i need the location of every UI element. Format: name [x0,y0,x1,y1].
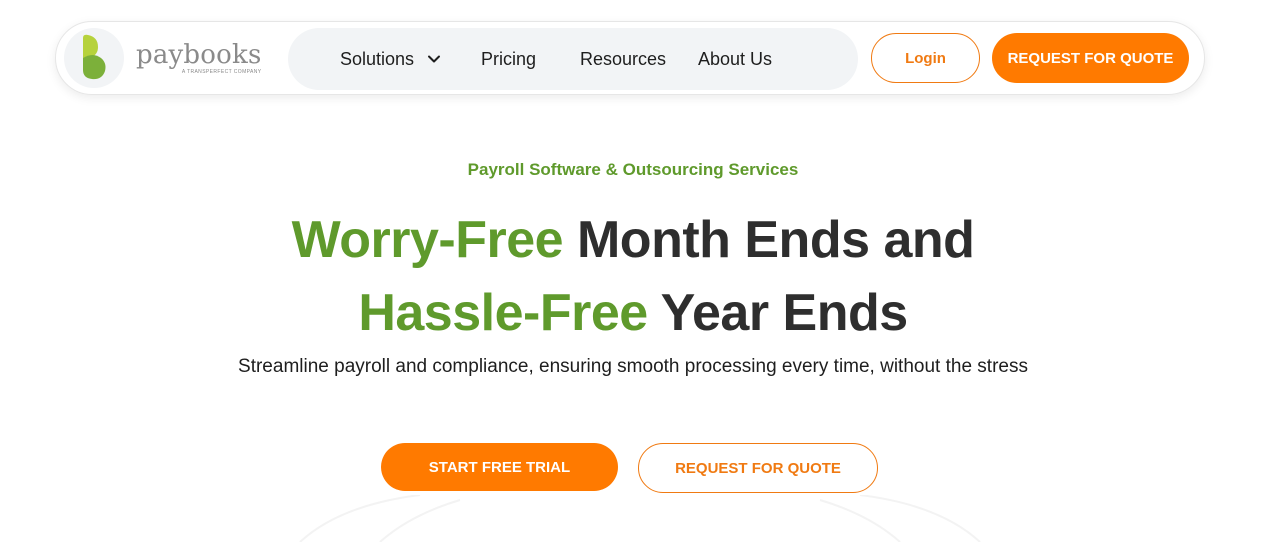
nav-item-label: Solutions [340,48,415,69]
hero-title-text: Year Ends [647,284,908,342]
hero-title-line-2: Hassle-Free Year Ends [0,283,1266,343]
nav-item-label: Resources [580,48,667,69]
brand-name: paybooks [136,39,262,70]
brand-tagline: A TRANSPERFECT COMPANY [181,68,262,75]
nav-item-solutions[interactable]: Solutions [340,28,442,90]
nav-item-label: About Us [698,48,773,69]
chevron-down-icon [426,51,442,67]
top-navigation-bar: paybooks A TRANSPERFECT COMPANY Solution… [55,21,1205,95]
hero-title-text: Month Ends and [563,211,975,269]
hero-title-line-1: Worry-Free Month Ends and [0,210,1266,270]
brand-logo[interactable]: paybooks A TRANSPERFECT COMPANY [64,28,294,88]
login-button[interactable]: Login [871,33,980,83]
hero-subtitle: Streamline payroll and compliance, ensur… [238,356,1028,377]
nav-item-about-us[interactable]: About Us [698,28,772,90]
nav-item-resources[interactable]: Resources [580,28,666,90]
request-quote-hero-button[interactable]: REQUEST FOR QUOTE [638,443,878,493]
nav-item-label: Pricing [481,48,537,69]
nav-item-pricing[interactable]: Pricing [481,28,536,90]
hero-title-highlight: Hassle-Free [358,284,648,342]
paybooks-logo-icon [64,28,124,88]
hero-eyebrow: Payroll Software & Outsourcing Services [467,160,799,179]
hero-title-highlight: Worry-Free [291,211,564,269]
request-quote-nav-button[interactable]: REQUEST FOR QUOTE [992,33,1189,83]
nav-menu: Solutions Pricing Resources About Us [288,28,858,90]
start-free-trial-button[interactable]: START FREE TRIAL [381,443,618,491]
decorative-background-arcs [299,495,981,542]
